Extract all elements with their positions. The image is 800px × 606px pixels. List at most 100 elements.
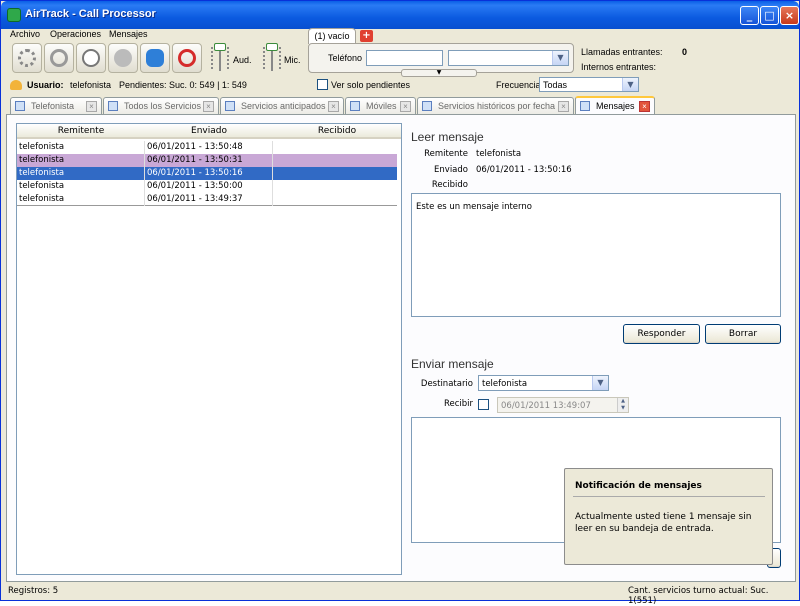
enviar-mensaje-title: Enviar mensaje [411,357,494,371]
tab-servicios-historicos[interactable]: Servicios históricos por fecha × [417,97,574,114]
table-row[interactable]: telefonista 06/01/2011 - 13:49:37 [17,193,397,206]
maximize-button[interactable]: □ [760,6,779,25]
app-window: AirTrack - Call Processor _ □ × Archivo … [0,0,800,606]
chevron-down-icon[interactable]: ▼ [622,78,638,91]
mic-volume-slider[interactable] [263,43,281,71]
cancel-tool-button[interactable] [172,43,202,73]
chat-tool-button[interactable] [140,43,170,73]
window-icon [15,101,25,111]
column-enviado[interactable]: Enviado [145,126,273,136]
notification-body: Actualmente usted tiene 1 mensaje sin le… [575,512,752,534]
expand-panel-button[interactable]: ▼ [401,69,477,77]
table-row[interactable]: telefonista 06/01/2011 - 13:50:00 [17,180,397,193]
pendientes-text: Pendientes: Suc. 0: 549 | 1: 549 [119,80,247,90]
notification-divider [573,496,765,497]
minimize-button[interactable]: _ [740,6,759,25]
menu-mensajes[interactable]: Mensajes [109,29,148,39]
close-button[interactable]: × [780,6,799,25]
mic-label: Mic. [284,55,301,65]
usuario-label: Usuario: [27,80,64,90]
recibir-checkbox[interactable] [478,399,489,410]
message-body-textarea[interactable]: Este es un mensaje interno [411,193,781,317]
table-row[interactable]: telefonista 06/01/2011 - 13:50:48 [17,141,397,154]
close-tab-icon[interactable]: × [203,101,214,112]
frecuencia-label: Frecuencia [496,80,541,90]
grid-header: Remitente Enviado Recibido [17,124,401,139]
toolbar: Aud. Mic. [4,41,304,75]
tab-todos-servicios[interactable]: Todos los Servicios × [103,97,219,114]
ver-solo-pendientes-label: Ver solo pendientes [331,80,411,90]
phone-combo[interactable]: ▼ [448,50,569,66]
spinner-icon [18,49,36,67]
prohibited-icon [178,49,196,67]
app-phone-icon [7,8,21,22]
window-icon [108,101,118,111]
window-icon [580,101,590,111]
turno-count: Cant. servicios turno actual: Suc. 1(551… [628,586,769,606]
chat-bubble-icon [146,49,164,67]
phone-line-tab[interactable]: (1) vacío [308,28,356,44]
back-arrow-icon [114,49,132,67]
audio-volume-slider[interactable] [211,43,229,71]
close-tab-icon[interactable]: × [328,101,339,112]
clock-icon [82,49,100,67]
llamadas-entrantes-label: Llamadas entrantes: [581,47,663,57]
menu-operaciones[interactable]: Operaciones [50,29,101,39]
chevron-down-icon[interactable]: ▼ [552,51,568,65]
column-remitente[interactable]: Remitente [17,126,145,136]
enviado-value: 06/01/2011 - 13:50:16 [476,165,572,175]
close-tab-icon[interactable]: × [639,101,650,112]
recibir-label: Recibir [443,399,473,409]
responder-button[interactable]: Responder [623,324,700,344]
column-recibido[interactable]: Recibido [273,126,401,136]
notification-popup[interactable]: Notificación de mensajes Actualmente ust… [564,468,773,565]
power-icon [50,49,68,67]
power-tool-button[interactable] [44,43,74,73]
aud-label: Aud. [233,55,252,65]
menu-bar: Archivo Operaciones Mensajes [4,29,796,41]
chevron-down-icon[interactable]: ▼ [592,376,608,390]
status-bar: Registros: 5 Cant. servicios turno actua… [4,583,796,606]
notification-title: Notificación de mensajes [575,481,702,491]
destinatario-label: Destinatario [420,379,473,389]
title-bar[interactable]: AirTrack - Call Processor _ □ × [1,1,799,29]
main-tabs: Telefonista × Todos los Servicios × Servic… [6,96,796,114]
table-row[interactable]: telefonista 06/01/2011 - 13:50:31 [17,154,397,167]
tab-servicios-anticipados[interactable]: Servicios anticipados × [220,97,344,114]
llamadas-entrantes-count: 0 [682,47,688,57]
tab-mensajes[interactable]: Mensajes × [575,96,655,114]
recibido-label: Recibido [431,180,468,190]
window-icon [422,101,432,111]
add-line-button[interactable]: + [360,30,373,42]
frecuencia-select[interactable]: Todas ▼ [539,77,639,92]
table-row-selected[interactable]: telefonista 06/01/2011 - 13:50:16 [17,167,397,180]
window-icon [225,101,235,111]
menu-archivo[interactable]: Archivo [10,29,40,39]
internos-entrantes-label: Internos entrantes: [581,62,657,72]
registros-count: Registros: 5 [8,586,59,596]
ver-solo-pendientes-checkbox[interactable] [317,79,328,90]
loading-tool-button[interactable] [12,43,42,73]
messages-grid: Remitente Enviado Recibido telefonista 0… [16,123,402,575]
borrar-button[interactable]: Borrar [705,324,781,344]
user-icon [10,80,22,90]
telefono-label: Teléfono [328,53,363,63]
remitente-label: Remitente [424,149,468,159]
remitente-value: telefonista [476,149,522,159]
close-tab-icon[interactable]: × [400,101,411,112]
window-title: AirTrack - Call Processor [25,8,156,20]
destinatario-select[interactable]: telefonista ▼ [478,375,609,391]
tab-telefonista[interactable]: Telefonista × [10,97,102,114]
tab-moviles[interactable]: Móviles × [345,97,416,114]
close-tab-icon[interactable]: × [86,101,97,112]
telefono-input[interactable] [366,50,443,66]
close-tab-icon[interactable]: × [558,101,569,112]
leer-mensaje-title: Leer mensaje [411,130,484,144]
clock-tool-button[interactable] [76,43,106,73]
back-tool-button[interactable] [108,43,138,73]
spinner-arrows-icon[interactable]: ▲ ▼ [617,398,628,412]
enviado-label: Enviado [434,165,468,175]
usuario-value: telefonista [70,80,112,90]
recibir-date-input[interactable]: 06/01/2011 13:49:07 ▲ ▼ [497,397,629,413]
window-icon [350,101,360,111]
